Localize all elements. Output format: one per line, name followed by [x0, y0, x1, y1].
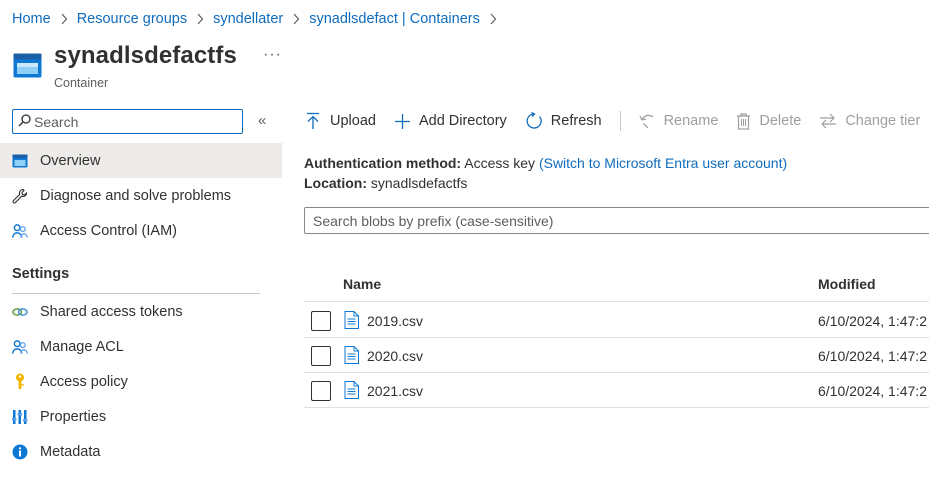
breadcrumb-resource-groups[interactable]: Resource groups — [77, 11, 187, 27]
auth-method-line: Authentication method: Access key (Switc… — [304, 155, 787, 171]
sidebar-item-shared-access-tokens[interactable]: Shared access tokens — [0, 294, 282, 329]
file-name[interactable]: 2020.csv — [367, 348, 423, 364]
command-bar: Upload Add Directory Refresh Rename Dele… — [304, 108, 929, 134]
chevron-right-icon — [292, 13, 300, 25]
sidebar-item-overview[interactable]: Overview — [0, 143, 282, 178]
breadcrumb: Home Resource groups syndellater synadls… — [12, 11, 506, 27]
trash-icon — [736, 112, 751, 130]
sidebar-item-diagnose[interactable]: Diagnose and solve problems — [0, 178, 282, 213]
container-icon — [12, 153, 28, 169]
location-line: Location: synadlsdefactfs — [304, 175, 467, 191]
sidebar-item-properties[interactable]: Properties — [0, 399, 282, 434]
file-name[interactable]: 2019.csv — [367, 313, 423, 329]
location-value: synadlsdefactfs — [370, 175, 468, 191]
file-modified: 6/10/2024, 1:47:2 — [818, 348, 927, 364]
key-icon — [12, 373, 28, 390]
breadcrumb-containers[interactable]: synadlsdefact | Containers — [309, 11, 480, 27]
upload-button[interactable]: Upload — [304, 112, 376, 130]
page-subtitle: Container — [54, 76, 109, 90]
sidebar-item-label: Manage ACL — [40, 338, 124, 355]
rename-icon — [638, 113, 656, 130]
row-checkbox[interactable] — [311, 346, 331, 366]
switch-auth-link[interactable]: (Switch to Microsoft Entra user account) — [539, 155, 787, 171]
file-icon — [344, 346, 359, 367]
people-icon — [12, 339, 28, 355]
refresh-button[interactable]: Refresh — [525, 112, 602, 130]
container-icon — [13, 53, 42, 81]
properties-icon — [12, 409, 28, 425]
toolbar-divider — [619, 111, 621, 131]
change-tier-button[interactable]: Change tier — [819, 113, 920, 129]
page-title: synadlsdefactfs — [54, 42, 237, 69]
change-tier-label: Change tier — [845, 113, 921, 129]
people-icon — [12, 223, 28, 239]
sidebar-search-input[interactable] — [34, 113, 224, 130]
sidebar-item-manage-acl[interactable]: Manage ACL — [0, 329, 282, 364]
row-checkbox[interactable] — [311, 381, 331, 401]
chevron-right-icon — [60, 13, 68, 25]
rename-label: Rename — [663, 113, 719, 129]
sidebar-item-label: Metadata — [40, 443, 101, 460]
sidebar-item-label: Access policy — [40, 373, 128, 390]
refresh-icon — [525, 112, 543, 130]
sidebar-search-box — [12, 109, 243, 134]
location-label: Location: — [304, 175, 367, 191]
refresh-label: Refresh — [550, 113, 602, 129]
more-options-button[interactable]: ··· — [263, 46, 282, 64]
breadcrumb-resource-group[interactable]: syndellater — [213, 11, 283, 27]
swap-arrows-icon — [819, 113, 837, 129]
wrench-icon — [12, 188, 28, 204]
search-icon — [18, 113, 31, 130]
sidebar-item-label: Properties — [40, 408, 107, 425]
collapse-sidebar-button[interactable]: « — [258, 112, 266, 129]
plus-icon — [394, 113, 411, 130]
sidebar-item-label: Diagnose and solve problems — [40, 187, 232, 204]
sidebar-item-label: Shared access tokens — [40, 303, 183, 320]
file-modified: 6/10/2024, 1:47:2 — [818, 383, 927, 399]
add-directory-button[interactable]: Add Directory — [394, 113, 507, 130]
column-header-modified[interactable]: Modified — [818, 276, 876, 292]
chevron-right-icon — [196, 13, 204, 25]
table-header: Name Modified — [304, 268, 929, 302]
sidebar-item-access-policy[interactable]: Access policy — [0, 364, 282, 399]
file-icon — [344, 381, 359, 402]
row-checkbox[interactable] — [311, 311, 331, 331]
info-icon — [12, 444, 28, 460]
column-header-name[interactable]: Name — [343, 276, 381, 292]
rename-button[interactable]: Rename — [638, 113, 719, 130]
link-icon — [12, 304, 28, 320]
file-modified: 6/10/2024, 1:47:2 — [818, 313, 927, 329]
add-directory-label: Add Directory — [418, 113, 507, 129]
sidebar-item-label: Access Control (IAM) — [40, 222, 177, 239]
sidebar-item-label: Overview — [40, 152, 101, 169]
file-icon — [344, 311, 359, 332]
file-name[interactable]: 2021.csv — [367, 383, 423, 399]
chevron-right-icon — [489, 13, 497, 25]
table-row[interactable]: 2019.csv 6/10/2024, 1:47:2 — [304, 303, 929, 338]
table-row[interactable]: 2021.csv 6/10/2024, 1:47:2 — [304, 373, 929, 408]
delete-label: Delete — [759, 113, 802, 129]
upload-label: Upload — [330, 113, 376, 129]
sidebar-item-metadata[interactable]: Metadata — [0, 434, 282, 469]
blob-search-input[interactable] — [313, 212, 913, 229]
table-row[interactable]: 2020.csv 6/10/2024, 1:47:2 — [304, 338, 929, 373]
sidebar-item-access-control[interactable]: Access Control (IAM) — [0, 213, 282, 248]
delete-button[interactable]: Delete — [736, 112, 802, 130]
upload-icon — [304, 112, 322, 130]
auth-method-value: Access key — [464, 155, 536, 171]
blob-search-box — [304, 207, 929, 234]
section-header-settings: Settings — [12, 266, 70, 282]
auth-method-label: Authentication method: — [304, 155, 462, 171]
breadcrumb-home[interactable]: Home — [12, 11, 51, 27]
